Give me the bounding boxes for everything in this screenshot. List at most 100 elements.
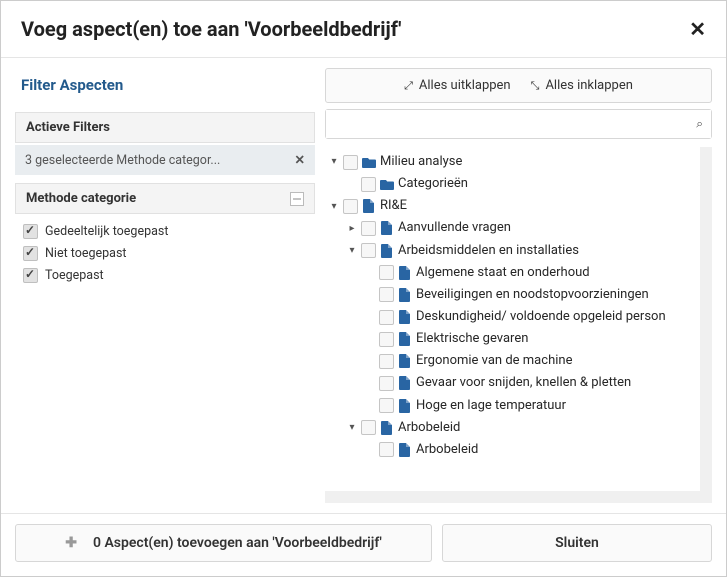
file-icon [398,310,412,324]
close-button[interactable]: Sluiten [442,524,712,562]
search-icon[interactable]: ⌕ [696,117,703,132]
collapse-icon[interactable] [290,192,304,206]
file-icon [380,244,394,258]
active-filter-chip-text: 3 geselecteerde Methode categor... [25,153,220,168]
tree-checkbox[interactable] [343,199,358,214]
file-icon [398,376,412,390]
toggle-icon[interactable]: ▾ [347,420,357,436]
filter-option-label: Gedeeltelijk toegepast [45,224,168,239]
plus-icon: ✚ [65,535,77,551]
expand-all-label: Alles uitklappen [419,78,511,93]
file-icon [398,354,412,368]
remove-filter-icon[interactable]: ✕ [295,152,305,168]
tree-node-label: Arbeidsmiddelen en installaties [398,241,579,261]
filter-option-label: Niet toegepast [45,246,127,261]
filter-panel: Filter Aspecten Actieve Filters 3 gesele… [15,68,315,503]
tree-node[interactable]: Arbobeleid [325,439,700,461]
file-icon [398,332,412,346]
method-category-options: Gedeeltelijk toegepast Niet toegepast To… [15,218,315,289]
checkbox-icon[interactable] [23,246,38,261]
checkbox-icon[interactable] [23,224,38,239]
folder-icon [380,178,394,190]
tree-checkbox[interactable] [379,398,394,413]
close-icon[interactable]: ✕ [689,19,706,39]
collapse-all-button[interactable]: ⤡ Alles inklappen [523,75,641,96]
tree-node-label: Milieu analyse [380,152,462,172]
modal-dialog: Voeg aspect(en) toe aan 'Voorbeeldbedrij… [0,0,727,577]
tree-node[interactable]: Gevaar voor snijden, knellen & pletten [325,372,700,394]
tree-node-label: Ergonomie van de machine [416,351,572,371]
collapse-all-label: Alles inklappen [545,78,632,93]
modal-body: Filter Aspecten Actieve Filters 3 gesele… [1,58,726,513]
file-icon [398,266,412,280]
tree-node[interactable]: Beveiligingen en noodstopvoorzieningen [325,284,700,306]
tree-checkbox[interactable] [379,310,394,325]
file-icon [398,288,412,302]
search-field-wrap: ⌕ [325,109,712,139]
tree-node[interactable]: Elektrische gevaren [325,328,700,350]
tree-node-label: Categorieën [398,174,468,194]
tree-checkbox[interactable] [379,287,394,302]
tree-node-categorieen[interactable]: Categorieën [325,173,700,195]
folder-icon [362,156,376,168]
tree-node-label: Elektrische gevaren [416,329,528,349]
toggle-icon[interactable]: ▸ [347,221,357,237]
tree-node-arbeidsmiddelen[interactable]: ▾ Arbeidsmiddelen en installaties [325,240,700,262]
toggle-icon[interactable]: ▾ [347,243,357,259]
tree-checkbox[interactable] [361,221,376,236]
file-icon [398,399,412,413]
tree-node-label: Deskundigheid/ voldoende opgeleid person [416,307,666,327]
tree-checkbox[interactable] [379,265,394,280]
toggle-icon[interactable]: ▾ [329,199,339,215]
tree-scroll-area[interactable]: ▾ Milieu analyse Categorieën [325,147,712,503]
tree-checkbox[interactable] [379,442,394,457]
tree-node-label: Beveiligingen en noodstopvoorzieningen [416,285,649,305]
tree-node[interactable]: Ergonomie van de machine [325,350,700,372]
filter-option-not-applied[interactable]: Niet toegepast [23,246,307,261]
filter-heading: Filter Aspecten [15,68,315,104]
tree-node-aanvullende[interactable]: ▸ Aanvullende vragen [325,217,700,239]
aspect-tree: ▾ Milieu analyse Categorieën [325,151,700,491]
tree-node-label: Hoge en lage temperatuur [416,396,566,416]
tree-node-arbobeleid[interactable]: ▾ Arbobeleid [325,417,700,439]
search-input[interactable] [326,110,711,138]
tree-toolbar: ⤢ Alles uitklappen ⤡ Alles inklappen [325,68,712,103]
tree-checkbox[interactable] [379,332,394,347]
tree-checkbox[interactable] [379,354,394,369]
active-filter-chip[interactable]: 3 geselecteerde Methode categor... ✕ [15,145,315,175]
tree-node-milieu[interactable]: ▾ Milieu analyse [325,151,700,173]
tree-node[interactable]: Algemene staat en onderhoud [325,262,700,284]
modal-footer: ✚ 0 Aspect(en) toevoegen aan 'Voorbeeldb… [1,513,726,576]
tree-node[interactable]: Hoge en lage temperatuur [325,395,700,417]
close-label: Sluiten [555,535,599,551]
tree-node-rie[interactable]: ▾ RI&E [325,195,700,217]
tree-node-label: RI&E [380,196,407,216]
file-icon [398,443,412,457]
tree-checkbox[interactable] [343,155,358,170]
tree-node-label: Arbobeleid [398,418,460,438]
add-aspects-button[interactable]: ✚ 0 Aspect(en) toevoegen aan 'Voorbeeldb… [15,524,432,562]
expand-all-button[interactable]: ⤢ Alles uitklappen [396,75,519,96]
filter-option-applied[interactable]: Toegepast [23,268,307,283]
tree-panel: ⤢ Alles uitklappen ⤡ Alles inklappen ⌕ ▾ [325,68,712,503]
modal-header: Voeg aspect(en) toe aan 'Voorbeeldbedrij… [1,1,726,58]
file-icon [380,421,394,435]
tree-node-label: Aanvullende vragen [398,218,511,238]
file-icon [380,221,394,235]
toggle-icon[interactable]: ▾ [329,154,339,170]
tree-checkbox[interactable] [361,177,376,192]
file-icon [362,199,376,213]
checkbox-icon[interactable] [23,268,38,283]
method-category-label: Methode categorie [26,191,136,206]
modal-title: Voeg aspect(en) toe aan 'Voorbeeldbedrij… [21,17,401,41]
tree-node-label: Arbobeleid [416,440,478,460]
expand-icon: ⤢ [404,79,413,93]
tree-checkbox[interactable] [361,420,376,435]
active-filters-label: Actieve Filters [26,120,110,135]
filter-option-partial[interactable]: Gedeeltelijk toegepast [23,224,307,239]
tree-node-label: Algemene staat en onderhoud [416,263,590,283]
method-category-header[interactable]: Methode categorie [15,183,315,214]
tree-checkbox[interactable] [379,376,394,391]
tree-checkbox[interactable] [361,243,376,258]
tree-node[interactable]: Deskundigheid/ voldoende opgeleid person [325,306,700,328]
